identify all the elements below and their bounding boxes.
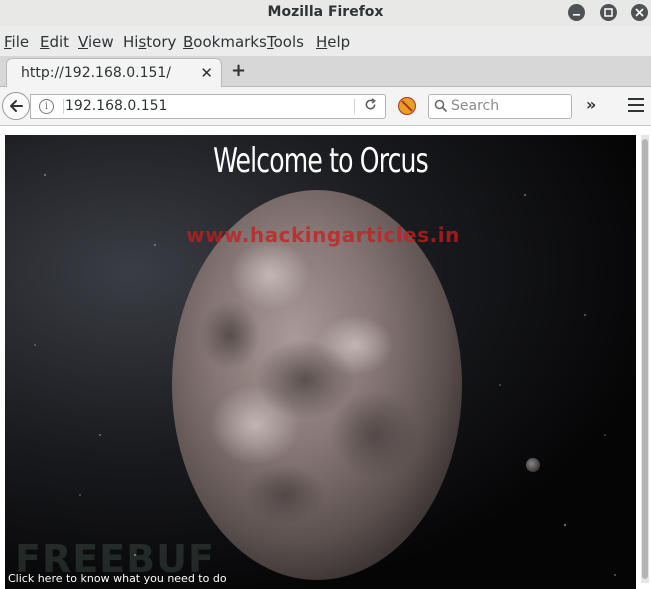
- back-arrow-icon[interactable]: [2, 92, 30, 120]
- reload-icon[interactable]: [364, 98, 377, 115]
- url-bar[interactable]: i 192.168.0.151: [30, 94, 386, 119]
- vertical-scrollbar[interactable]: [641, 135, 649, 583]
- hamburger-icon[interactable]: [628, 98, 644, 116]
- instructions-link[interactable]: Click here to know what you need to do: [8, 572, 227, 585]
- page-heading: Welcome to Orcus: [213, 141, 429, 181]
- menu-view[interactable]: View: [78, 33, 114, 51]
- navigation-toolbar: i 192.168.0.151 »: [0, 87, 651, 126]
- tab-close-icon[interactable]: ✕: [200, 64, 213, 82]
- page-viewport: Welcome to Orcus www.hackingarticles.in …: [0, 126, 651, 589]
- menu-file[interactable]: File: [4, 33, 29, 51]
- tab-label: http://192.168.0.151/: [21, 65, 172, 81]
- scrollbar-thumb[interactable]: [642, 139, 648, 579]
- info-icon[interactable]: i: [39, 99, 54, 114]
- menu-history[interactable]: History: [123, 33, 176, 51]
- search-icon: [434, 98, 448, 117]
- window-titlebar: Mozilla Firefox: [0, 0, 651, 26]
- addon-blocked-icon[interactable]: [398, 97, 416, 115]
- tab-active[interactable]: http://192.168.0.151/ ✕: [6, 58, 222, 88]
- space-background: [34, 174, 616, 580]
- menu-help[interactable]: Help: [316, 33, 350, 51]
- menu-bookmarks[interactable]: Bookmarks: [183, 33, 267, 51]
- menu-bar: File Edit View History Bookmarks Tools H…: [0, 26, 651, 56]
- menu-tools[interactable]: Tools: [267, 33, 304, 51]
- url-text[interactable]: 192.168.0.151: [65, 98, 167, 114]
- minimize-icon[interactable]: [568, 4, 585, 21]
- orcus-scene: Welcome to Orcus www.hackingarticles.in …: [5, 135, 636, 589]
- new-tab-plus-icon[interactable]: +: [231, 60, 246, 81]
- window-title: Mozilla Firefox: [267, 4, 384, 20]
- url-separator-right: [354, 99, 355, 114]
- menu-edit[interactable]: Edit: [40, 33, 69, 51]
- watermark-text: www.hackingarticles.in: [186, 223, 460, 247]
- tab-strip: http://192.168.0.151/ ✕ +: [0, 56, 651, 88]
- search-bar[interactable]: [428, 94, 572, 119]
- double-chevron-icon[interactable]: »: [586, 95, 596, 114]
- maximize-icon[interactable]: [600, 4, 617, 21]
- close-icon[interactable]: [631, 4, 648, 21]
- url-separator: [63, 99, 64, 114]
- search-input[interactable]: [451, 97, 563, 115]
